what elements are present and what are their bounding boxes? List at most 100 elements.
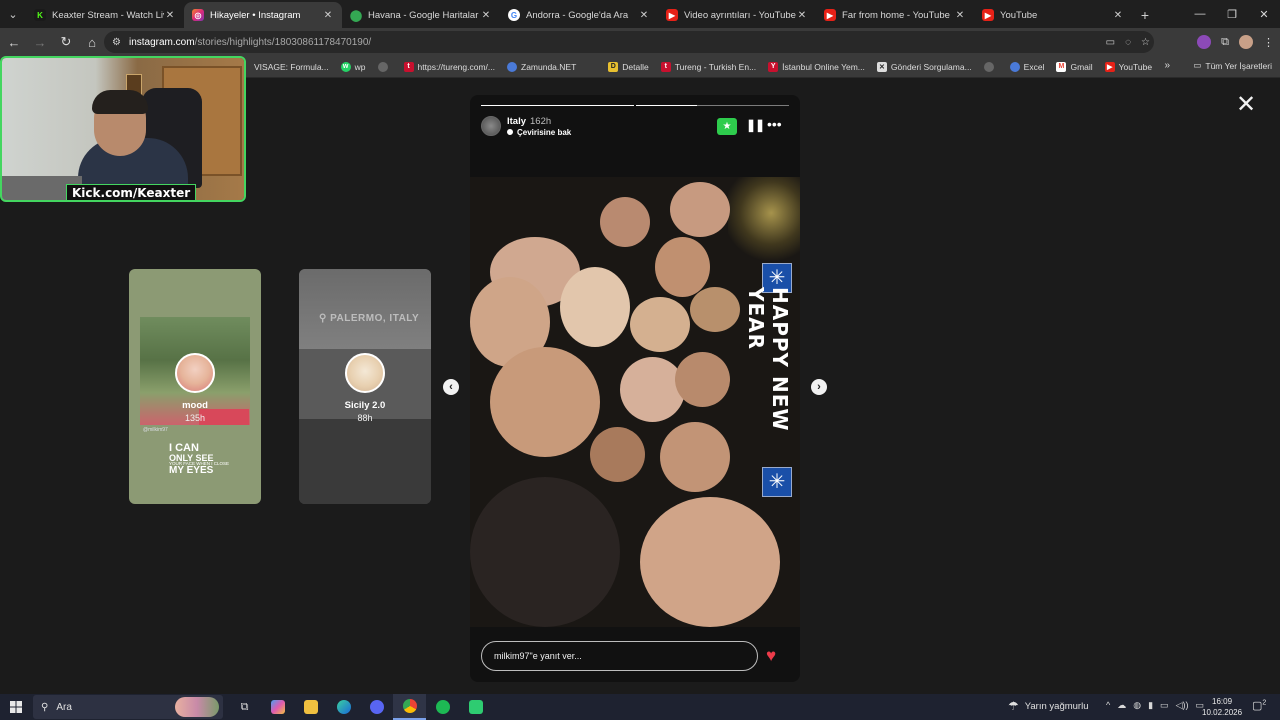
tab-instagram[interactable]: ◎ Hikayeler • Instagram ✕ [184, 2, 342, 28]
eye-off-icon[interactable]: ◌ [1125, 37, 1131, 48]
highlight-text: MY EYES [169, 465, 214, 476]
reload-icon[interactable]: ↻ [54, 30, 78, 54]
folder-icon: ▭ [1193, 60, 1202, 70]
tab-youtube-studio[interactable]: ▶ Video ayrıntıları - YouTube Stud ✕ [658, 2, 816, 28]
like-heart-icon[interactable]: ♥ [766, 646, 776, 666]
bookmark-star-icon[interactable]: ☆ [1141, 37, 1150, 48]
tab-title: Havana - Google Haritalar [368, 9, 479, 21]
tab-youtube[interactable]: ▶ YouTube ✕ [974, 2, 1132, 28]
story-translate-link[interactable]: Çevirisine bak [507, 128, 571, 137]
tab-search-button[interactable]: ⌄ [0, 0, 26, 28]
bookmarks-overflow-icon[interactable]: » [1164, 60, 1170, 71]
menu-kebab-icon[interactable]: ⋮ [1263, 36, 1274, 49]
tab-youtube-video[interactable]: ▶ Far from home - YouTube ✕ [816, 2, 974, 28]
tray-app-icon[interactable]: ◍ [1133, 700, 1141, 711]
tureng-icon: t [403, 61, 414, 72]
previous-story-icon[interactable]: ‹ [443, 379, 459, 395]
discord-icon[interactable] [360, 694, 393, 720]
app-green-icon[interactable] [459, 694, 492, 720]
photo-person [630, 297, 690, 352]
bookmark-gmail[interactable]: M Gmail [1050, 61, 1098, 72]
more-options-icon[interactable]: ••• [767, 116, 782, 132]
photo-person [690, 287, 740, 332]
progress-segment [481, 105, 634, 106]
taskbar-weather[interactable]: ☂ Yarın yağmurlu [1008, 699, 1088, 713]
tray-chevron-icon[interactable]: ^ [1106, 700, 1110, 711]
story-overlay-text: HAPPY NEW YEAR [744, 287, 792, 432]
highlight-location: ⚲ PALERMO, ITALY [319, 313, 419, 324]
notification-icon[interactable]: ▢2 [1252, 699, 1266, 712]
edge-icon[interactable] [327, 694, 360, 720]
bookmark-gonderi[interactable]: ✕ Gönderi Sorgulama... [871, 61, 978, 72]
tab-close-icon[interactable]: ✕ [322, 10, 334, 21]
bookmark-label: Gmail [1070, 61, 1093, 72]
address-bar[interactable]: ⚙ instagram.com/stories/highlights/18030… [104, 31, 1154, 53]
tab-close-icon[interactable]: ✕ [164, 10, 176, 21]
cloud-icon[interactable]: ☁ [1117, 700, 1126, 711]
tab-maps[interactable]: ⬤ Havana - Google Haritalar ✕ [342, 2, 500, 28]
maps-pin-icon: ⬤ [349, 9, 363, 22]
bookmark-globe[interactable] [372, 61, 398, 72]
network-icon[interactable]: ▭ [1160, 700, 1169, 711]
story-title[interactable]: Italy [507, 116, 526, 127]
new-tab-button[interactable]: + [1132, 2, 1158, 28]
profile-avatar[interactable] [1239, 35, 1253, 49]
pause-icon[interactable]: ❚❚ [746, 118, 765, 132]
tab-title: Keaxter Stream - Watch Live on [52, 9, 164, 21]
task-view-icon[interactable]: ⧉ [228, 694, 261, 720]
home-icon[interactable]: ⌂ [80, 30, 104, 54]
bookmark-label: Tureng - Turkish En... [674, 61, 757, 72]
bookmark-zamunda[interactable]: Zamunda.NET [501, 61, 582, 72]
bookmark-globe-2[interactable] [978, 61, 1004, 72]
volume-icon[interactable]: ◁)) [1176, 700, 1189, 711]
extension-icon[interactable] [1197, 35, 1212, 49]
site-info-icon[interactable]: ⚙ [112, 37, 121, 48]
spotify-icon[interactable] [426, 694, 459, 720]
copilot-icon[interactable] [261, 694, 294, 720]
tab-close-icon[interactable]: ✕ [480, 10, 492, 21]
bookmark-detalle[interactable]: D Detalle [602, 61, 654, 72]
rain-cloud-icon: ☂ [1008, 699, 1019, 713]
next-story-icon[interactable]: › [811, 379, 827, 395]
tab-google[interactable]: G Andorra - Google'da Ara ✕ [500, 2, 658, 28]
forward-icon[interactable]: → [28, 30, 52, 54]
bookmark-youtube[interactable]: ▶ YouTube [1099, 61, 1158, 72]
tab-close-icon[interactable]: ✕ [1112, 10, 1124, 21]
windows-start-icon[interactable] [0, 694, 32, 720]
taskbar-clock[interactable]: 16:09 10.02.2026 [1202, 696, 1242, 718]
youtube-icon: ▶ [1104, 61, 1115, 72]
back-icon[interactable]: ← [2, 30, 26, 54]
tab-close-icon[interactable]: ✕ [954, 10, 966, 21]
photo-person [670, 182, 730, 237]
bookmark-excel[interactable]: Excel [1004, 61, 1051, 72]
highlight-age: 135h [184, 413, 206, 423]
chrome-icon[interactable] [393, 694, 426, 720]
bookmark-visage[interactable]: VISAGE: Formula... [248, 62, 335, 72]
bookmark-tureng[interactable]: t Tureng - Turkish En... [655, 61, 762, 72]
highlight-name: mood [182, 400, 208, 411]
tab-kick[interactable]: K Keaxter Stream - Watch Live on ✕ [26, 2, 184, 28]
search-highlight-image [175, 697, 219, 717]
globe-icon [983, 61, 994, 72]
close-viewer-icon[interactable]: ✕ [1234, 93, 1258, 117]
cast-icon[interactable]: ▭ [1106, 37, 1115, 48]
extensions-puzzle-icon[interactable]: ⧉ [1221, 36, 1229, 49]
tab-close-icon[interactable]: ✕ [796, 10, 808, 21]
microphone-icon[interactable]: ▮ [1148, 700, 1153, 711]
taskbar: ⚲ Ara ⧉ ☂ Yarın yağmurlu ^ ☁ ◍ ▮ ▭ ◁)) ▭ [0, 694, 1280, 720]
all-bookmarks-button[interactable]: ▭ Tüm Yer İşaretleri [1193, 60, 1272, 71]
restore-icon[interactable]: ❐ [1216, 0, 1248, 28]
taskbar-search[interactable]: ⚲ Ara [33, 695, 223, 719]
tab-close-icon[interactable]: ✕ [638, 10, 650, 21]
story-avatar[interactable] [481, 116, 501, 136]
file-explorer-icon[interactable] [294, 694, 327, 720]
highlight-card-sicily[interactable]: ⚲ PALERMO, ITALY Sicily 2.0 88h [299, 269, 431, 504]
bookmark-tureng-url[interactable]: t https://tureng.com/... [398, 61, 501, 72]
bookmark-istanbul-online[interactable]: Y İstanbul Online Yem... [762, 61, 871, 72]
reply-input[interactable]: milkim97"e yanıt ver... [481, 641, 758, 671]
highlight-card-mood[interactable]: @milkim97 I CAN ONLY SEE YOUR FACE WHEN … [129, 269, 261, 504]
bookmark-wp[interactable]: w wp [335, 61, 372, 72]
minimize-icon[interactable]: — [1184, 0, 1216, 28]
tureng-icon: t [660, 61, 671, 72]
close-window-icon[interactable]: ✕ [1248, 0, 1280, 28]
